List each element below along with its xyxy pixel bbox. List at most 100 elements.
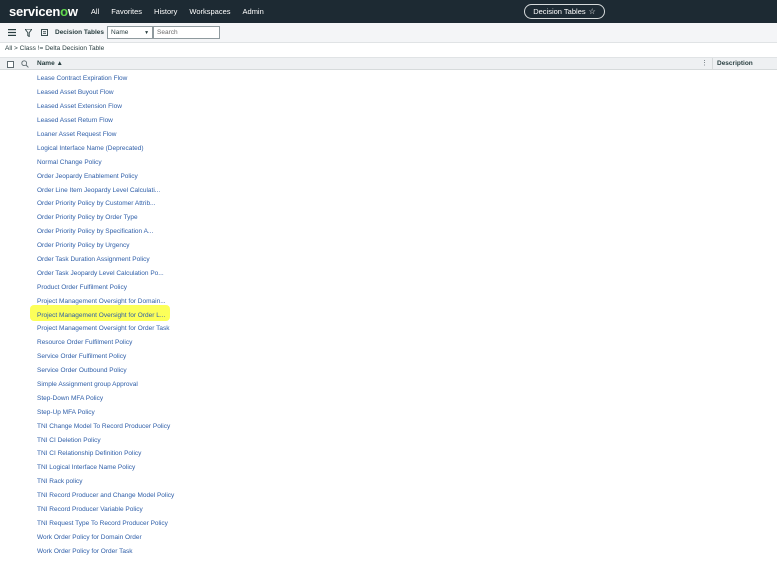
- record-link[interactable]: Order Task Jeopardy Level Calculation Po…: [37, 270, 164, 277]
- record-link[interactable]: Lease Contract Expiration Flow: [37, 75, 127, 82]
- table-row: Order Jeopardy Enablement Policy: [0, 169, 777, 183]
- record-link[interactable]: Simple Assignment group Approval: [37, 381, 138, 388]
- record-link[interactable]: Order Task Duration Assignment Policy: [37, 256, 150, 263]
- table-row: Order Task Jeopardy Level Calculation Po…: [0, 266, 777, 280]
- record-link[interactable]: Project Management Oversight for Order L…: [37, 312, 165, 319]
- record-link[interactable]: TNI Rack policy: [37, 478, 83, 485]
- column-header-description[interactable]: Description: [717, 60, 753, 67]
- record-link[interactable]: Product Order Fulfilment Policy: [37, 284, 127, 291]
- table-row: TNI Record Producer and Change Model Pol…: [0, 489, 777, 503]
- table-row: Project Management Oversight for Order L…: [0, 308, 777, 322]
- column-divider: [712, 58, 713, 70]
- filter-icon[interactable]: [24, 28, 33, 37]
- table-row: Order Line Item Jeopardy Level Calculati…: [0, 183, 777, 197]
- record-link[interactable]: Work Order Policy for Order Task: [37, 548, 132, 555]
- record-link[interactable]: Loaner Asset Request Flow: [37, 131, 117, 138]
- record-link[interactable]: Work Order Policy for Domain Order: [37, 534, 142, 541]
- record-link[interactable]: Leased Asset Buyout Flow: [37, 89, 114, 96]
- record-link[interactable]: Order Line Item Jeopardy Level Calculati…: [37, 187, 160, 194]
- record-link[interactable]: Leased Asset Return Flow: [37, 117, 113, 124]
- record-link[interactable]: Order Priority Policy by Specification A…: [37, 228, 153, 235]
- record-link[interactable]: Service Order Outbound Policy: [37, 367, 127, 374]
- record-link[interactable]: Normal Change Policy: [37, 159, 102, 166]
- record-link[interactable]: Step-Down MFA Policy: [37, 395, 103, 402]
- record-link[interactable]: Leased Asset Extension Flow: [37, 103, 122, 110]
- record-link[interactable]: TNI Request Type To Record Producer Poli…: [37, 520, 168, 527]
- nav-workspaces[interactable]: Workspaces: [189, 7, 230, 16]
- chevron-down-icon: ▼: [144, 29, 150, 36]
- table-row: Resource Order Fulfilment Policy: [0, 336, 777, 350]
- record-link[interactable]: TNI CI Relationship Definition Policy: [37, 450, 141, 457]
- column-header-name[interactable]: Name ▲: [37, 60, 63, 67]
- table-row: Normal Change Policy: [0, 155, 777, 169]
- breadcrumb-text[interactable]: All > Class != Delta Decision Table: [5, 45, 104, 52]
- table-row: Order Task Duration Assignment Policy: [0, 253, 777, 267]
- record-link[interactable]: Order Jeopardy Enablement Policy: [37, 173, 138, 180]
- context-title-pill[interactable]: Decision Tables ☆: [524, 4, 605, 19]
- top-nav: servicenow All Favorites History Workspa…: [0, 0, 777, 23]
- record-link[interactable]: Step-Up MFA Policy: [37, 409, 95, 416]
- record-link[interactable]: Resource Order Fulfilment Policy: [37, 339, 132, 346]
- table-row: Order Priority Policy by Specification A…: [0, 225, 777, 239]
- table-row: Simple Assignment group Approval: [0, 378, 777, 392]
- nav-history[interactable]: History: [154, 7, 177, 16]
- table-row: Project Management Oversight for Domain.…: [0, 294, 777, 308]
- table-row: Loaner Asset Request Flow: [0, 128, 777, 142]
- nav-all[interactable]: All: [91, 7, 99, 16]
- record-link[interactable]: TNI Record Producer and Change Model Pol…: [37, 492, 174, 499]
- table-row: Product Order Fulfilment Policy: [0, 280, 777, 294]
- record-link[interactable]: TNI Change Model To Record Producer Poli…: [37, 423, 170, 430]
- search-field-select[interactable]: Name ▼: [107, 26, 154, 39]
- table-row: Order Priority Policy by Order Type: [0, 211, 777, 225]
- table-row: Order Priority Policy by Customer Attrib…: [0, 197, 777, 211]
- table-body: Lease Contract Expiration Flow Leased Ass…: [0, 72, 777, 558]
- servicenow-logo[interactable]: servicenow: [9, 4, 78, 19]
- record-link[interactable]: Order Priority Policy by Order Type: [37, 214, 138, 221]
- search-icon[interactable]: [21, 60, 29, 68]
- table-row: Step-Down MFA Policy: [0, 391, 777, 405]
- table-row: Logical Interface Name (Deprecated): [0, 141, 777, 155]
- search-field-value: Name: [111, 29, 129, 36]
- record-link[interactable]: Service Order Fulfilment Policy: [37, 353, 126, 360]
- table-row: TNI Logical Interface Name Policy: [0, 461, 777, 475]
- breadcrumb[interactable]: All > Class != Delta Decision Table: [5, 45, 104, 55]
- table-row: Project Management Oversight for Order T…: [0, 322, 777, 336]
- record-link[interactable]: Project Management Oversight for Domain.…: [37, 298, 166, 305]
- table-row: Order Priority Policy by Urgency: [0, 239, 777, 253]
- nav-admin[interactable]: Admin: [243, 7, 264, 16]
- table-row: Leased Asset Buyout Flow: [0, 86, 777, 100]
- list-context-icon[interactable]: [40, 28, 49, 37]
- star-icon[interactable]: ☆: [589, 7, 596, 16]
- table-row: Work Order Policy for Order Task: [0, 544, 777, 558]
- record-link[interactable]: TNI Record Producer Variable Policy: [37, 506, 143, 513]
- table-row: Work Order Policy for Domain Order: [0, 530, 777, 544]
- nav-favorites[interactable]: Favorites: [111, 7, 142, 16]
- record-link[interactable]: Logical Interface Name (Deprecated): [37, 145, 144, 152]
- hamburger-menu-icon[interactable]: [7, 28, 16, 37]
- table-row: Service Order Outbound Policy: [0, 364, 777, 378]
- table-row: TNI CI Deletion Policy: [0, 433, 777, 447]
- table-row: TNI Rack policy: [0, 475, 777, 489]
- search-input[interactable]: [153, 26, 221, 39]
- record-link[interactable]: Order Priority Policy by Urgency: [37, 242, 129, 249]
- table-row: TNI Change Model To Record Producer Poli…: [0, 419, 777, 433]
- record-link[interactable]: TNI Logical Interface Name Policy: [37, 464, 135, 471]
- record-link[interactable]: Order Priority Policy by Customer Attrib…: [37, 200, 155, 207]
- table-row: Step-Up MFA Policy: [0, 405, 777, 419]
- table-row: TNI Request Type To Record Producer Poli…: [0, 517, 777, 531]
- list-toolbar: Decision Tables Name ▼: [0, 23, 777, 43]
- table-row: Service Order Fulfilment Policy: [0, 350, 777, 364]
- record-link[interactable]: TNI CI Deletion Policy: [37, 437, 101, 444]
- record-link[interactable]: Project Management Oversight for Order T…: [37, 325, 169, 332]
- select-all-checkbox[interactable]: [7, 61, 14, 68]
- table-row: TNI Record Producer Variable Policy: [0, 503, 777, 517]
- table-row: Leased Asset Return Flow: [0, 114, 777, 128]
- list-title: Decision Tables: [55, 29, 105, 36]
- column-options-icon[interactable]: ⋮: [701, 59, 708, 67]
- table-row: TNI CI Relationship Definition Policy: [0, 447, 777, 461]
- table-header: Name ▲ ⋮ Description: [0, 57, 777, 70]
- table-row: Leased Asset Extension Flow: [0, 100, 777, 114]
- table-row: Lease Contract Expiration Flow: [0, 72, 777, 86]
- nav-menu: All Favorites History Workspaces Admin: [91, 7, 276, 16]
- context-title: Decision Tables: [533, 7, 586, 16]
